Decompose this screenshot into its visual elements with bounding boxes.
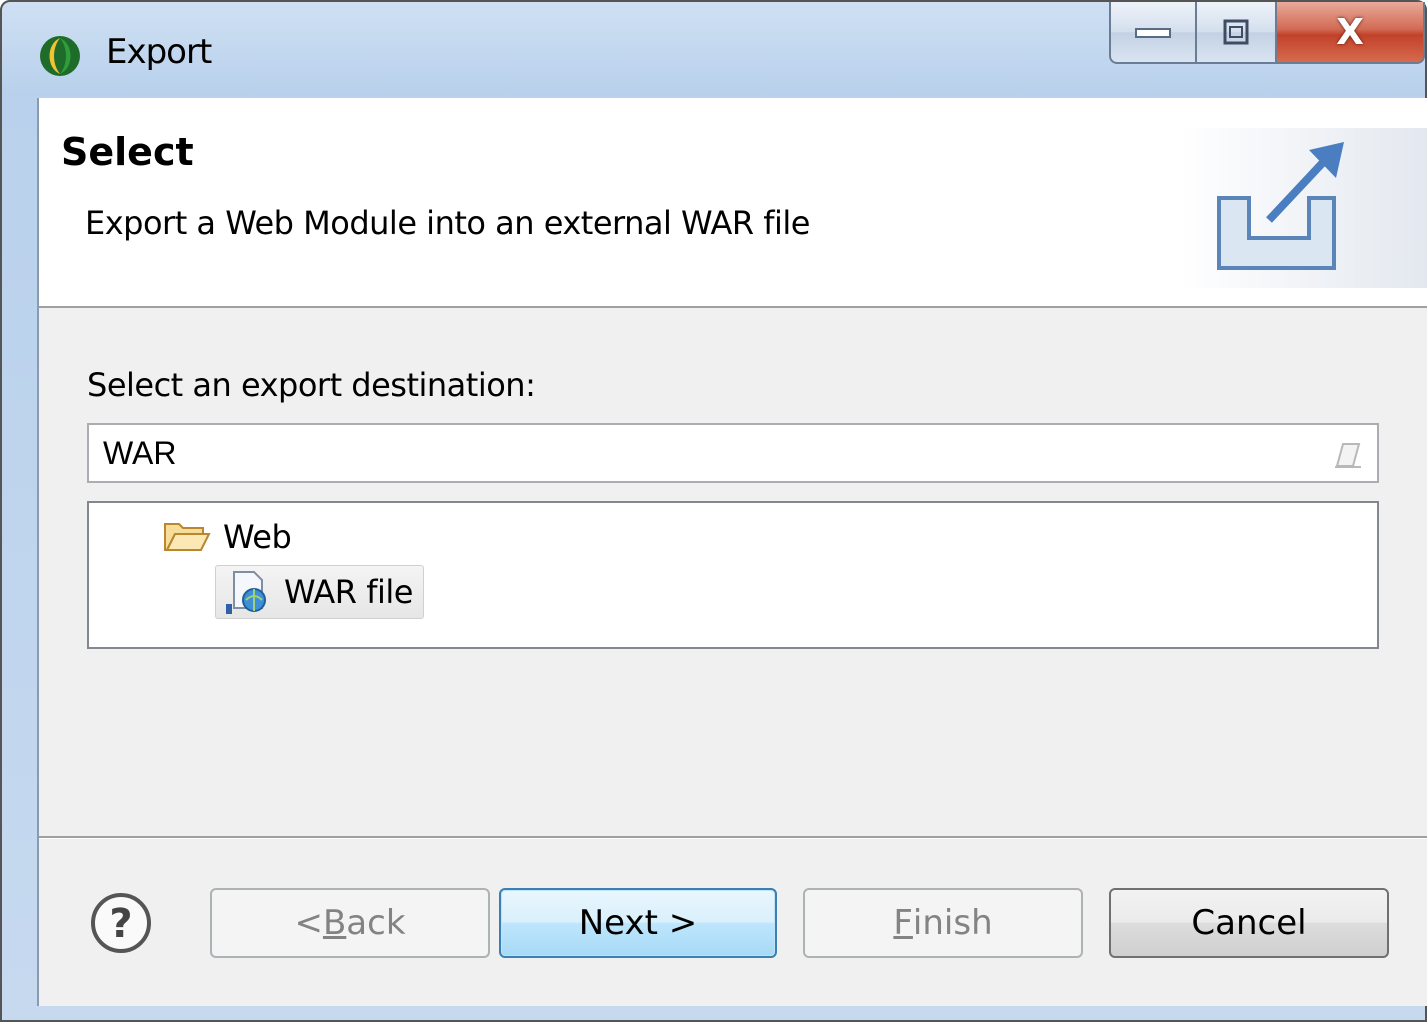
finish-button-rest: inish (912, 903, 993, 943)
destination-tree[interactable]: Web WAR file (87, 501, 1379, 649)
close-icon: X (1336, 11, 1364, 53)
maximize-icon (1223, 19, 1249, 45)
minimize-icon (1135, 28, 1171, 38)
maximize-button[interactable] (1197, 2, 1277, 64)
destination-label: Select an export destination: (87, 366, 536, 404)
export-dialog-window: Export X Select Export a Web Module into… (0, 0, 1427, 1022)
help-icon[interactable]: ? (89, 891, 153, 955)
war-file-icon (226, 571, 266, 614)
app-logo-icon (40, 36, 80, 76)
back-button-mnemonic: B (322, 903, 347, 943)
cancel-button[interactable]: Cancel (1109, 888, 1389, 958)
svg-text:?: ? (109, 901, 132, 947)
wizard-header: Select Export a Web Module into an exter… (39, 98, 1427, 308)
tree-item-web[interactable]: Web (163, 515, 292, 559)
button-bar-separator (39, 836, 1427, 839)
page-description: Export a Web Module into an external WAR… (85, 204, 810, 242)
back-button-rest: ack (346, 903, 406, 943)
back-button-prefix: < (294, 903, 323, 943)
close-button[interactable]: X (1277, 2, 1425, 64)
dialog-client-area: Select Export a Web Module into an exter… (37, 98, 1427, 1006)
title-bar[interactable]: Export X (2, 2, 1425, 98)
clear-filter-icon[interactable] (1329, 436, 1365, 472)
export-arrow-icon (1179, 128, 1427, 288)
window-controls: X (1109, 2, 1425, 66)
next-button[interactable]: Next > (499, 888, 777, 958)
finish-button-mnemonic: F (893, 903, 913, 943)
window-title: Export (106, 32, 212, 72)
tree-item-label: WAR file (284, 573, 413, 611)
filter-input[interactable] (87, 423, 1379, 483)
tree-item-war-file[interactable]: WAR file (215, 565, 424, 619)
back-button[interactable]: < Back (210, 888, 490, 958)
minimize-button[interactable] (1109, 2, 1197, 64)
page-title: Select (61, 130, 194, 174)
tree-item-label: Web (223, 518, 292, 556)
folder-open-icon (164, 523, 211, 551)
finish-button[interactable]: Finish (803, 888, 1083, 958)
